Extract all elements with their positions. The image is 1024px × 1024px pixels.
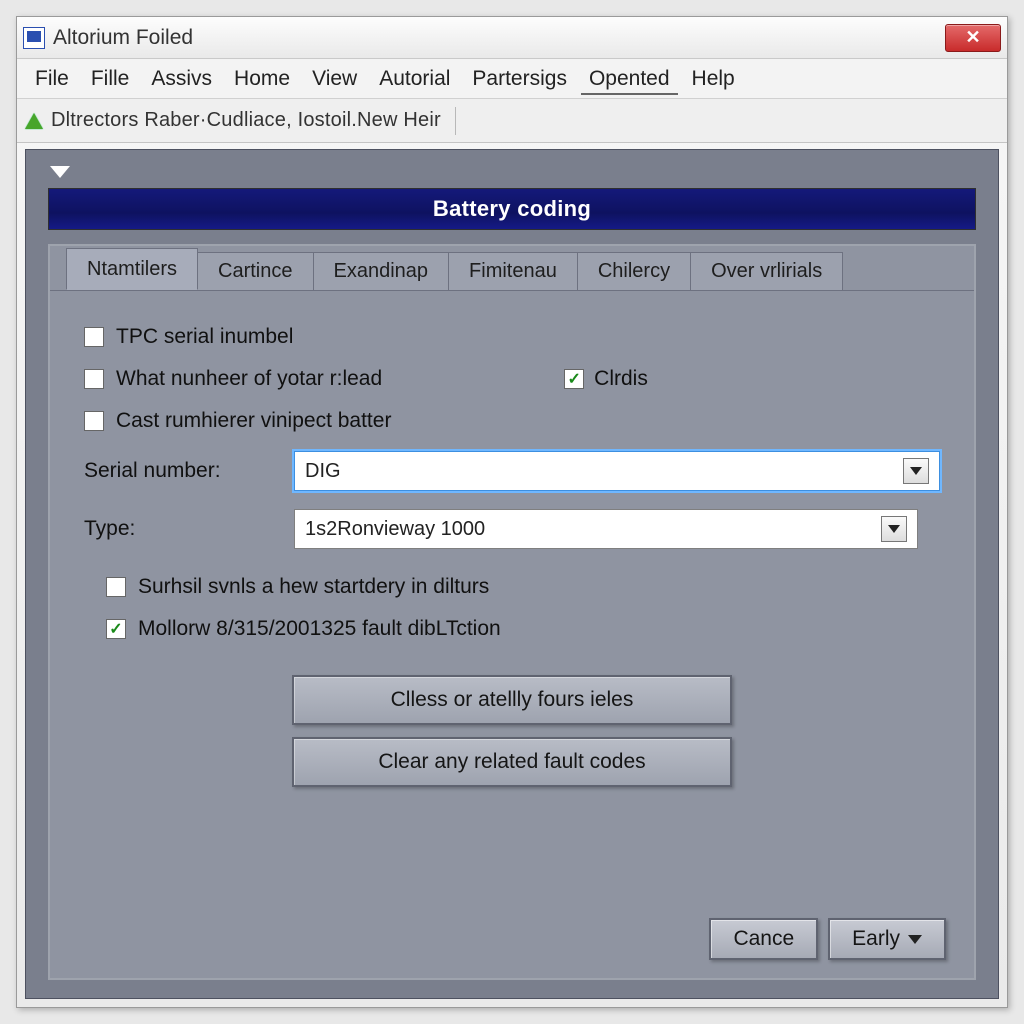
type-value: 1s2Ronvieway 1000	[305, 518, 873, 541]
tab-ntamtilers[interactable]: Ntamtilers	[66, 248, 198, 290]
label-surhsil: Surhsil svnls a hew startdery in dilturs	[138, 575, 489, 599]
early-button[interactable]: Early	[828, 918, 946, 960]
checkbox-what[interactable]	[84, 369, 104, 389]
chevron-down-icon	[908, 935, 922, 944]
menu-autorial[interactable]: Autorial	[371, 63, 458, 95]
footer-buttons: Cance Early	[709, 918, 946, 960]
label-serial: Serial number:	[84, 459, 294, 483]
menu-partersigs[interactable]: Partersigs	[464, 63, 575, 95]
tab-chilercy[interactable]: Chilercy	[577, 252, 691, 290]
checkbox-surhsil[interactable]	[106, 577, 126, 597]
warning-triangle-icon	[25, 113, 43, 129]
section-title: Battery coding	[433, 196, 591, 222]
label-tpc: TPC serial inumbel	[116, 325, 293, 349]
row-serial: Serial number: DIG	[84, 451, 940, 491]
menu-file[interactable]: File	[27, 63, 77, 95]
label-clrdis: Clrdis	[594, 367, 648, 391]
toolbar: Dltrectors Raber·Cudliace, Iostoil.New H…	[17, 99, 1007, 143]
label-mollorw: Mollorw 8/315/2001325 fault dibLTction	[138, 617, 501, 641]
checkbox-clrdis[interactable]	[564, 369, 584, 389]
tab-exandinap[interactable]: Exandinap	[313, 252, 450, 290]
tab-fimitenau[interactable]: Fimitenau	[448, 252, 578, 290]
row-surhsil: Surhsil svnls a hew startdery in dilturs	[106, 575, 940, 599]
tab-body: TPC serial inumbel What nunheer of yotar…	[50, 290, 974, 805]
checkbox-mollorw[interactable]	[106, 619, 126, 639]
titlebar: Altorium Foiled ✕	[17, 17, 1007, 59]
toolbar-separator	[455, 107, 456, 135]
label-type: Type:	[84, 517, 294, 541]
serial-number-value: DIG	[305, 460, 895, 483]
label-what: What nunheer of yotar r:lead	[116, 367, 382, 391]
menu-fille[interactable]: Fille	[83, 63, 138, 95]
row-mollorw: Mollorw 8/315/2001325 fault dibLTction	[106, 617, 940, 641]
checkbox-cast[interactable]	[84, 411, 104, 431]
chevron-down-icon	[910, 467, 922, 475]
clear-fault-codes-button[interactable]: Clear any related fault codes	[292, 737, 732, 787]
tab-cartince[interactable]: Cartince	[197, 252, 313, 290]
menu-help[interactable]: Help	[684, 63, 743, 95]
menubar: File Fille Assivs Home View Autorial Par…	[17, 59, 1007, 99]
menu-assivs[interactable]: Assivs	[143, 63, 220, 95]
row-clrdis: Clrdis	[564, 367, 648, 391]
menu-home[interactable]: Home	[226, 63, 298, 95]
close-button[interactable]: ✕	[945, 24, 1001, 52]
app-window: Altorium Foiled ✕ File Fille Assivs Home…	[16, 16, 1008, 1008]
toolbar-text: Dltrectors Raber·Cudliace, Iostoil.New H…	[51, 109, 441, 132]
app-icon	[23, 27, 45, 49]
tab-row: Ntamtilers Cartince Exandinap Fimitenau …	[50, 246, 974, 290]
row-cast: Cast rumhierer vinipect batter	[84, 409, 940, 433]
menu-opented[interactable]: Opented	[581, 63, 678, 95]
serial-number-combo[interactable]: DIG	[294, 451, 940, 491]
serial-number-dropdown-button[interactable]	[903, 458, 929, 484]
type-dropdown-button[interactable]	[881, 516, 907, 542]
menu-view[interactable]: View	[304, 63, 365, 95]
section-title-bar: Battery coding	[48, 188, 976, 230]
clless-button[interactable]: Clless or atellly fours ieles	[292, 675, 732, 725]
tab-panel: Ntamtilers Cartince Exandinap Fimitenau …	[48, 244, 976, 980]
checkbox-tpc[interactable]	[84, 327, 104, 347]
collapse-caret-icon[interactable]	[50, 166, 70, 178]
type-combo[interactable]: 1s2Ronvieway 1000	[294, 509, 918, 549]
label-cast: Cast rumhierer vinipect batter	[116, 409, 391, 433]
window-title: Altorium Foiled	[53, 26, 193, 50]
chevron-down-icon	[888, 525, 900, 533]
button-stack: Clless or atellly fours ieles Clear any …	[84, 675, 940, 787]
cancel-button[interactable]: Cance	[709, 918, 818, 960]
row-type: Type: 1s2Ronvieway 1000	[84, 509, 940, 549]
close-icon: ✕	[965, 27, 980, 48]
row-what: What nunheer of yotar r:lead Clrdis	[84, 367, 940, 391]
row-tpc: TPC serial inumbel	[84, 325, 940, 349]
work-area: Battery coding Ntamtilers Cartince Exand…	[25, 149, 999, 999]
tab-over-vrlirials[interactable]: Over vrlirials	[690, 252, 843, 290]
